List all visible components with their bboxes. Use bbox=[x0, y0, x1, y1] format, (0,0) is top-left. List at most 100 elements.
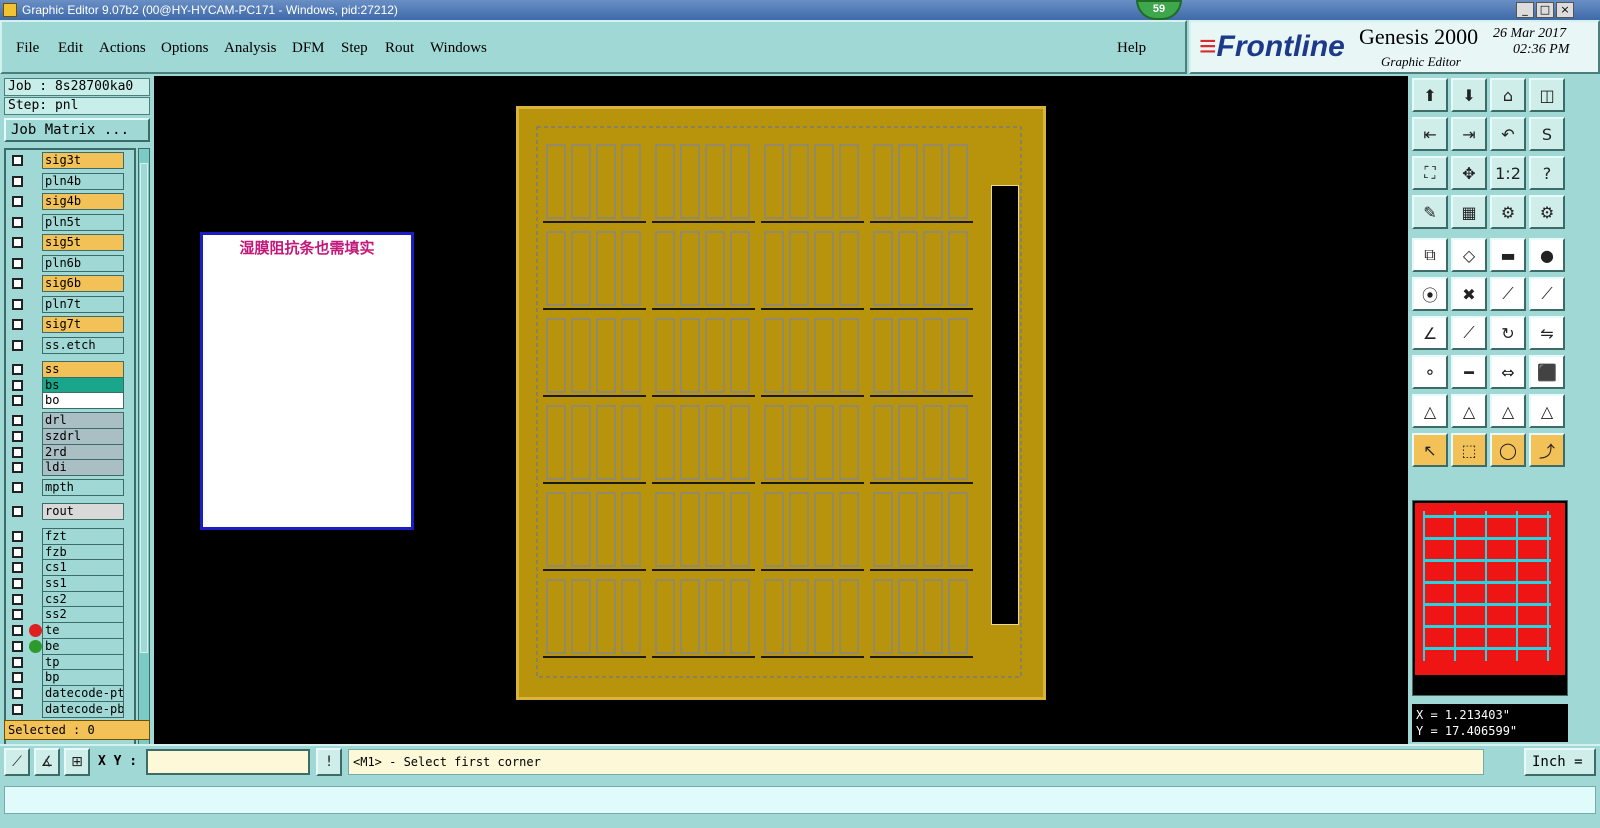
layer-checkbox[interactable] bbox=[12, 546, 23, 558]
measure-icon[interactable]: ✎ bbox=[1412, 195, 1448, 229]
layer-name[interactable]: ss1 bbox=[42, 575, 124, 592]
layer-name[interactable]: datecode-ptc bbox=[42, 684, 124, 702]
layer-name[interactable]: sig6b bbox=[42, 275, 124, 292]
layer-checkbox[interactable] bbox=[12, 319, 23, 330]
maximize-button[interactable]: □ bbox=[1536, 2, 1554, 18]
layer-toggle-icon[interactable]: ⚙ bbox=[1529, 195, 1565, 229]
transform-icon[interactable]: ◇ bbox=[1451, 238, 1487, 272]
line-point-icon[interactable]: ⟋ bbox=[1490, 277, 1526, 311]
layer-name[interactable]: ss bbox=[42, 361, 124, 378]
layer-name[interactable]: drl bbox=[42, 412, 124, 430]
layer-row[interactable]: sig3t bbox=[8, 152, 134, 170]
snap-icon[interactable]: S bbox=[1529, 117, 1565, 151]
ratio-icon[interactable]: 1:2 bbox=[1490, 156, 1526, 190]
zoom-down-icon[interactable]: ⬇ bbox=[1451, 78, 1487, 112]
layer-name[interactable]: pln6b bbox=[42, 254, 124, 272]
undo-zoom-icon[interactable]: ↶ bbox=[1490, 117, 1526, 151]
minimize-button[interactable]: _ bbox=[1516, 2, 1534, 18]
rotate-icon[interactable]: ↻ bbox=[1490, 316, 1526, 350]
menu-dfm[interactable]: DFM bbox=[292, 40, 325, 57]
window-split-icon[interactable]: ◫ bbox=[1529, 78, 1565, 112]
layer-checkbox[interactable] bbox=[12, 672, 23, 684]
menu-windows[interactable]: Windows bbox=[430, 40, 487, 57]
layer-row[interactable]: ldi bbox=[8, 459, 134, 477]
layer-name[interactable]: mpth bbox=[42, 478, 124, 496]
graphic-canvas[interactable]: 湿膜阻抗条也需填实 bbox=[154, 76, 1408, 744]
layer-row[interactable]: bo bbox=[8, 392, 134, 410]
triangle-2-icon[interactable]: △ bbox=[1451, 394, 1487, 428]
layer-name[interactable]: pln7t bbox=[42, 295, 124, 313]
layer-row[interactable]: rout bbox=[8, 503, 134, 521]
units-dropdown[interactable]: Inch = bbox=[1524, 748, 1596, 776]
layer-name[interactable]: rout bbox=[42, 503, 124, 521]
layer-name[interactable]: sig7t bbox=[42, 316, 124, 333]
layer-name[interactable]: bs bbox=[42, 376, 124, 394]
layer-name[interactable]: cs1 bbox=[42, 559, 124, 577]
center-icon[interactable]: ✥ bbox=[1451, 156, 1487, 190]
layer-name[interactable]: szdrl bbox=[42, 427, 124, 445]
layer-checkbox[interactable] bbox=[12, 155, 23, 166]
ruler-icon[interactable]: ▬ bbox=[1490, 238, 1526, 272]
layer-name[interactable]: bo bbox=[42, 392, 124, 410]
mirror-icon[interactable]: ⇋ bbox=[1529, 316, 1565, 350]
layer-checkbox[interactable] bbox=[12, 703, 23, 715]
shapes-icon[interactable]: ⬛ bbox=[1529, 355, 1565, 389]
layer-checkbox[interactable] bbox=[12, 430, 23, 442]
job-matrix-button[interactable]: Job Matrix ... bbox=[4, 118, 150, 142]
menu-help[interactable]: Help bbox=[1117, 40, 1146, 57]
menu-options[interactable]: Options bbox=[161, 40, 209, 57]
menu-analysis[interactable]: Analysis bbox=[224, 40, 277, 57]
layer-name[interactable]: tp bbox=[42, 653, 124, 671]
layer-scrollbar[interactable] bbox=[138, 148, 150, 788]
layer-name[interactable]: fzt bbox=[42, 527, 124, 545]
layer-checkbox[interactable] bbox=[12, 175, 23, 187]
layer-name[interactable]: pln4b bbox=[42, 172, 124, 190]
scrollbar-thumb[interactable] bbox=[140, 163, 148, 653]
layer-checkbox[interactable] bbox=[12, 625, 23, 637]
triangle-1-icon[interactable]: △ bbox=[1412, 394, 1448, 428]
layer-checkbox[interactable] bbox=[12, 640, 23, 652]
layer-checkbox[interactable] bbox=[12, 578, 23, 589]
layer-checkbox[interactable] bbox=[12, 687, 23, 699]
select-arrow-icon[interactable]: ↖ bbox=[1412, 433, 1448, 467]
layer-name[interactable]: pln5t bbox=[42, 213, 124, 231]
layer-checkbox[interactable] bbox=[12, 379, 23, 391]
xy-input[interactable] bbox=[146, 749, 310, 775]
node-icon[interactable]: ⚬ bbox=[1412, 355, 1448, 389]
fit-icon[interactable]: ⛶ bbox=[1412, 156, 1448, 190]
layer-name[interactable]: ldi bbox=[42, 459, 124, 477]
snap-mode-icon[interactable]: ⟋ bbox=[4, 748, 30, 776]
layer-name[interactable]: ss2 bbox=[42, 606, 124, 624]
home-icon[interactable]: ⌂ bbox=[1490, 78, 1526, 112]
dimension-icon[interactable]: ⇔ bbox=[1490, 355, 1526, 389]
layer-row[interactable]: ss.etch bbox=[8, 336, 134, 355]
pan-left-icon[interactable]: ⇤ bbox=[1412, 117, 1448, 151]
layer-checkbox[interactable] bbox=[12, 609, 23, 621]
triangle-4-icon[interactable]: △ bbox=[1529, 394, 1565, 428]
layer-row[interactable]: sig5t bbox=[8, 234, 134, 252]
layer-row[interactable]: mpth bbox=[8, 478, 134, 497]
layer-checkbox[interactable] bbox=[12, 506, 23, 518]
help-icon[interactable]: ? bbox=[1529, 156, 1565, 190]
layer-checkbox[interactable] bbox=[12, 656, 23, 668]
select-circle-icon[interactable]: ◯ bbox=[1490, 433, 1526, 467]
layer-checkbox[interactable] bbox=[12, 446, 23, 458]
line-point-red-icon[interactable]: ⟋ bbox=[1529, 277, 1565, 311]
layer-checkbox[interactable] bbox=[12, 481, 23, 493]
layer-list[interactable]: sig3t pln4b sig4b pln5t sig5t pln6b sig6b pln7t… bbox=[4, 148, 136, 788]
layer-checkbox[interactable] bbox=[12, 196, 23, 207]
layer-name[interactable]: be bbox=[42, 637, 124, 655]
layer-checkbox[interactable] bbox=[12, 278, 23, 289]
select-path-icon[interactable]: ⤴ bbox=[1529, 433, 1565, 467]
layer-row[interactable]: sig4b bbox=[8, 193, 134, 211]
pcb-panel[interactable] bbox=[516, 106, 1046, 700]
connect-icon[interactable]: ⦿ bbox=[1412, 277, 1448, 311]
slash-icon[interactable]: ⟋ bbox=[1451, 316, 1487, 350]
triangle-3-icon[interactable]: △ bbox=[1490, 394, 1526, 428]
menu-file[interactable]: File bbox=[16, 40, 39, 57]
layer-row[interactable]: pln7t bbox=[8, 295, 134, 314]
layer-name[interactable]: datecode-pbc bbox=[42, 700, 124, 718]
angle-icon[interactable]: ∠ bbox=[1412, 316, 1448, 350]
layer-name[interactable]: ss.etch bbox=[42, 336, 124, 354]
layer-row[interactable]: pln4b bbox=[8, 172, 134, 191]
